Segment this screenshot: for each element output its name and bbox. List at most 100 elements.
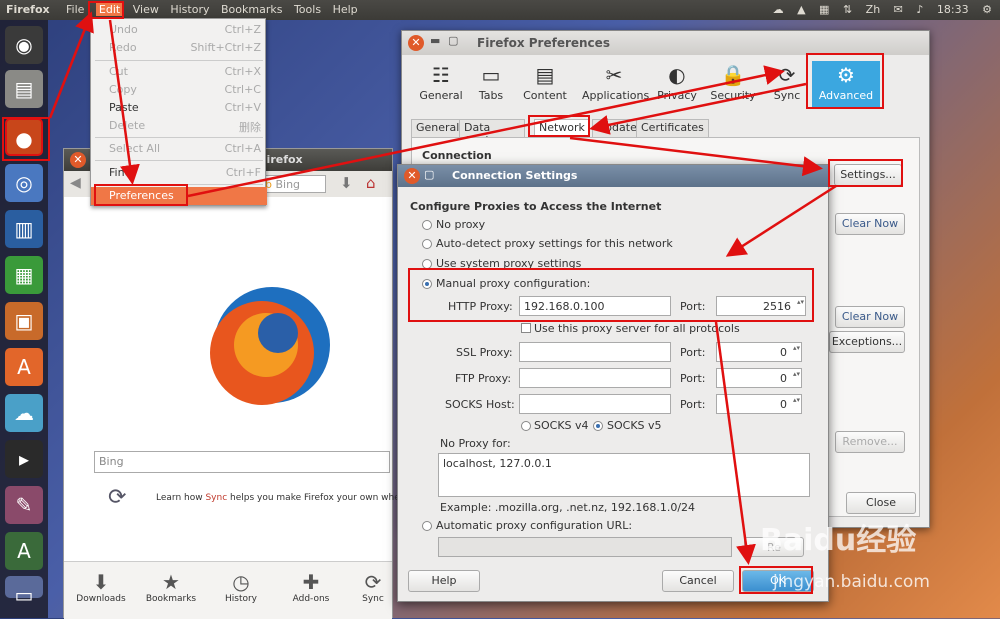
impress-icon[interactable]: ▣ (5, 302, 43, 340)
preferences-close-icon[interactable]: ✕ (408, 35, 424, 51)
minimize-icon[interactable]: ▬ (430, 34, 440, 47)
history-launcher[interactable]: ◷ History (214, 570, 268, 604)
menu-item-copy[interactable]: Copy Ctrl+C (91, 81, 267, 99)
ftp-proxy-input[interactable] (519, 368, 671, 388)
sync-icon: ⟳ (778, 63, 796, 87)
terminal-icon[interactable]: ▸ (5, 440, 43, 478)
socks-v5-radio[interactable] (593, 421, 603, 431)
remove-button[interactable]: Remove... (835, 431, 905, 453)
close-button[interactable]: Close (846, 492, 916, 514)
bookmarks-launcher[interactable]: ★ Bookmarks (144, 570, 198, 604)
ftp-port-spinner[interactable]: 0 (716, 368, 802, 388)
chromium-icon[interactable]: ◎ (5, 164, 43, 202)
clear-now-button-1[interactable]: Clear Now (835, 213, 905, 235)
calc-icon[interactable]: ▦ (5, 256, 43, 294)
menu-view[interactable]: View (133, 3, 159, 16)
pref-tab-privacy[interactable]: ◐ Privacy (646, 61, 708, 107)
writer-icon[interactable]: ▥ (5, 210, 43, 248)
auto-detect-radio[interactable] (422, 239, 432, 249)
menu-item-delete[interactable]: Delete 删除 (91, 117, 267, 135)
annotation-box-firefox (2, 117, 50, 161)
menu-item-select-all[interactable]: Select All Ctrl+A (91, 140, 267, 158)
workspace-icon[interactable]: ▭ (5, 576, 43, 607)
menu-item-paste[interactable]: Paste Ctrl+V (91, 99, 267, 117)
menu-help[interactable]: Help (333, 3, 358, 16)
menu-tools[interactable]: Tools (294, 3, 321, 16)
socks-v4-radio[interactable] (521, 421, 531, 431)
same-proxy-checkbox[interactable] (521, 323, 531, 333)
volume-icon[interactable]: ♪ (916, 3, 923, 16)
files-icon[interactable]: ▤ (5, 70, 43, 108)
firefox-close-icon[interactable]: ✕ (70, 152, 86, 168)
firefox-launcher-bar: ⬇ Downloads ★ Bookmarks ◷ History ✚ Add-… (64, 561, 392, 619)
gear-icon[interactable]: ⚙ (982, 3, 992, 16)
menu-item-cut[interactable]: Cut Ctrl+X (91, 63, 267, 81)
no-proxy-label: No proxy (436, 218, 486, 231)
ssl-proxy-input[interactable] (519, 342, 671, 362)
pref-tab-security[interactable]: 🔒 Security (702, 61, 764, 107)
exceptions-button[interactable]: Exceptions... (829, 331, 905, 353)
no-proxy-for-textarea[interactable]: localhost, 127.0.0.1 (438, 453, 810, 497)
cloud-icon[interactable]: ☁ (773, 3, 784, 16)
socks-host-input[interactable] (519, 394, 671, 414)
ftp-port-label: Port: (680, 372, 706, 385)
maximize-icon[interactable]: ▢ (448, 34, 458, 47)
star-icon: ★ (162, 570, 180, 594)
connection-heading: Connection (422, 149, 492, 162)
penguin-icon[interactable]: ▲ (797, 3, 805, 16)
menu-item-find[interactable]: Find Ctrl+F (91, 164, 267, 182)
ubuntu-dash-icon[interactable]: ◉ (5, 26, 43, 64)
no-proxy-radio[interactable] (422, 220, 432, 230)
home-icon[interactable]: ⌂ (366, 174, 376, 192)
clock[interactable]: 18:33 (937, 3, 969, 16)
settings-icon[interactable]: ✎ (5, 486, 43, 524)
mail-icon[interactable]: ✉ (894, 3, 903, 16)
auto-detect-label: Auto-detect proxy settings for this netw… (436, 237, 673, 250)
back-icon[interactable]: ◀ (70, 175, 81, 191)
auto-url-label: Automatic proxy configuration URL: (436, 519, 633, 532)
sync-launcher[interactable]: ⟳ Sync (354, 570, 392, 604)
subtab-general[interactable]: General (411, 119, 465, 137)
menu-history[interactable]: History (170, 3, 209, 16)
subtab-data-choices[interactable]: Data Choices (459, 119, 525, 137)
search-engine-box[interactable]: b Bing (260, 175, 326, 193)
cancel-button[interactable]: Cancel (662, 570, 734, 592)
launcher: ◉ ▤ ● ◎ ▥ ▦ ▣ A ☁ ▸ ✎ A ▭ (0, 20, 48, 618)
auto-url-input[interactable] (438, 537, 732, 557)
calendar-icon[interactable]: ▦ (819, 3, 829, 16)
addons-launcher[interactable]: ✚ Add-ons (284, 570, 338, 604)
pref-tab-applications[interactable]: ✂ Applications (582, 61, 649, 107)
socks-port-spinner[interactable]: 0 (716, 394, 802, 414)
menu-item-undo[interactable]: Undo Ctrl+Z (91, 21, 267, 39)
software-center-icon[interactable]: A (5, 348, 43, 386)
connection-close-icon[interactable]: ✕ (404, 168, 420, 184)
socks-host-label: SOCKS Host: (445, 398, 515, 411)
menu-file[interactable]: File (66, 3, 84, 16)
maximize-icon[interactable]: ▢ (424, 168, 434, 181)
pref-tab-tabs[interactable]: ▭ Tabs (460, 61, 522, 107)
update-icon[interactable]: A (5, 532, 43, 570)
ubuntu-one-icon[interactable]: ☁ (5, 394, 43, 432)
download-icon[interactable]: ⬇ (340, 174, 353, 192)
ssl-port-spinner[interactable]: 0 (716, 342, 802, 362)
pref-tab-content[interactable]: ▤ Content (514, 61, 576, 107)
help-button[interactable]: Help (408, 570, 480, 592)
annotation-box-network (528, 115, 590, 137)
ftp-proxy-label: FTP Proxy: (455, 372, 512, 385)
same-proxy-label: Use this proxy server for all protocols (534, 322, 740, 335)
auto-url-radio[interactable] (422, 521, 432, 531)
sync-link[interactable]: Sync (205, 493, 227, 503)
language-indicator[interactable]: Zh (866, 3, 881, 16)
downloads-launcher[interactable]: ⬇ Downloads (74, 570, 128, 604)
network-icon[interactable]: ⇅ (843, 3, 852, 16)
menu-bookmarks[interactable]: Bookmarks (221, 3, 282, 16)
bing-search-input[interactable]: Bing (94, 451, 390, 473)
tabs-icon: ▭ (481, 63, 501, 87)
clear-now-button-2[interactable]: Clear Now (835, 306, 905, 328)
proxy-heading: Configure Proxies to Access the Internet (410, 200, 662, 213)
annotation-box-settings (828, 159, 903, 187)
clock-icon: ◷ (232, 570, 250, 594)
subtab-certificates[interactable]: Certificates (636, 119, 709, 137)
subtab-update[interactable]: Update (592, 119, 642, 137)
menu-item-redo[interactable]: Redo Shift+Ctrl+Z (91, 39, 267, 57)
